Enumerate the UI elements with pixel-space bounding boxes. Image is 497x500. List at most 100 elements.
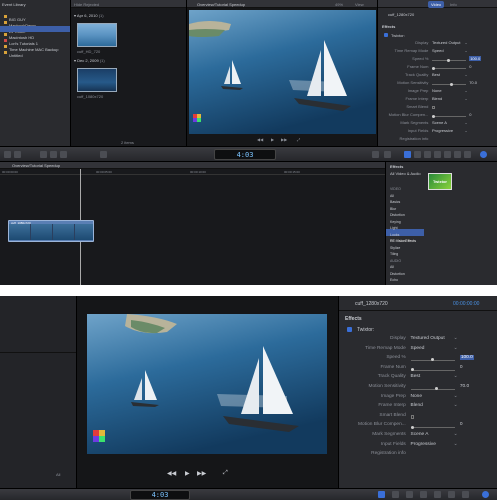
effect-enable-checkbox[interactable] xyxy=(384,33,388,37)
slider-knob[interactable] xyxy=(435,387,439,391)
param-popup[interactable]: Scene A xyxy=(432,120,447,125)
skip-forward-icon[interactable]: ▶▶ xyxy=(281,137,287,142)
timecode-display[interactable]: 4:03 xyxy=(130,490,190,500)
slider-knob[interactable] xyxy=(450,82,454,86)
param-slider[interactable] xyxy=(410,425,456,429)
param-popup[interactable]: Speed xyxy=(411,346,425,351)
twixtor-effect-label: Twixtor xyxy=(433,179,447,184)
edit-insert-icon[interactable] xyxy=(50,151,57,158)
edit-connect-icon[interactable] xyxy=(60,151,67,158)
param-value[interactable]: 0 xyxy=(460,422,463,427)
twixtor-effect-thumbnail[interactable]: Twixtor xyxy=(428,173,452,190)
effect-enable-checkbox[interactable] xyxy=(347,327,352,332)
inspector-param-row: Registration info xyxy=(339,451,497,461)
info-icon[interactable] xyxy=(482,491,489,498)
retime-icon[interactable] xyxy=(384,151,391,158)
param-checkbox[interactable] xyxy=(410,415,415,419)
info-icon[interactable] xyxy=(480,151,487,158)
titles-browser-icon[interactable] xyxy=(444,151,451,158)
param-popup[interactable]: Progressive xyxy=(411,442,436,447)
param-popup[interactable]: Blend xyxy=(411,403,423,408)
param-value[interactable]: 0 xyxy=(469,112,471,117)
fullscreen-icon[interactable]: ⤢ xyxy=(223,470,228,477)
param-popup[interactable]: Best xyxy=(411,374,421,379)
generators-browser-icon[interactable] xyxy=(448,491,455,498)
param-slider[interactable] xyxy=(410,387,456,391)
music-browser-icon[interactable] xyxy=(434,151,441,158)
param-label: Input Fields xyxy=(407,128,429,133)
inspector-toggle-icon[interactable] xyxy=(404,151,411,158)
inspector-param-row: Motion Blur Compen... 0 xyxy=(339,422,497,432)
skip-forward-icon[interactable]: ▶▶ xyxy=(197,470,206,477)
popup-chevron-icon: ⌄ xyxy=(453,374,458,380)
play-icon[interactable]: ▶ xyxy=(271,137,274,142)
effects-category-item[interactable]: EQ xyxy=(386,275,424,286)
param-popup[interactable]: Blend xyxy=(432,96,442,101)
skip-back-icon[interactable]: ◀◀ xyxy=(167,470,176,477)
fullscreen-icon[interactable]: ⤢ xyxy=(297,137,300,142)
slider-knob[interactable] xyxy=(432,66,435,70)
effects-browser-icon[interactable] xyxy=(414,151,421,158)
param-label: Speed % xyxy=(412,56,429,61)
generators-browser-icon[interactable] xyxy=(454,151,461,158)
param-value[interactable]: 100.0 xyxy=(469,56,482,61)
play-icon[interactable]: ▶ xyxy=(185,470,190,477)
param-slider[interactable] xyxy=(432,58,466,62)
param-popup[interactable]: Speed xyxy=(432,48,444,53)
photo-browser-icon[interactable] xyxy=(424,151,431,158)
param-label: Image Prep xyxy=(380,393,406,399)
param-popup[interactable]: Textured Output xyxy=(432,40,460,45)
slider-knob[interactable] xyxy=(432,114,435,118)
param-popup[interactable]: None xyxy=(432,88,442,93)
timecode-display[interactable]: 4:03 xyxy=(214,149,276,160)
param-value[interactable]: 0 xyxy=(460,365,463,370)
viewer-zoom[interactable]: 49% xyxy=(335,2,343,7)
clip-thumbnail-1[interactable] xyxy=(77,23,117,47)
inspector-toggle-icon[interactable] xyxy=(378,491,385,498)
browser-filter[interactable]: Hide Rejected xyxy=(74,2,99,7)
slider-knob[interactable] xyxy=(410,368,414,372)
music-browser-icon[interactable] xyxy=(420,491,427,498)
photo-browser-icon[interactable] xyxy=(406,491,413,498)
inspector-param-row: Time Remap Mode Speed ⌄ xyxy=(378,48,497,56)
slider-knob[interactable] xyxy=(410,425,414,429)
param-popup[interactable]: Progressive xyxy=(432,128,453,133)
param-value[interactable]: 70.0 xyxy=(460,384,469,389)
timeline-ruler[interactable]: 00:00:00:00 00:00:05:00 00:00:10:00 00:0… xyxy=(0,169,385,175)
param-popup[interactable]: Scene A xyxy=(411,432,429,437)
param-popup[interactable]: Best xyxy=(432,72,440,77)
tab-info[interactable]: Info xyxy=(450,2,457,7)
param-label: Registration info xyxy=(371,451,406,457)
import-icon[interactable] xyxy=(4,151,11,158)
library-item[interactable]: Untitled xyxy=(0,44,70,58)
param-checkbox[interactable] xyxy=(432,106,435,109)
enhance-icon[interactable] xyxy=(372,151,379,158)
titles-browser-icon[interactable] xyxy=(434,491,441,498)
themes-browser-icon[interactable] xyxy=(462,491,469,498)
skip-back-icon[interactable]: ◀◀ xyxy=(257,137,263,142)
clip-thumbnail-2[interactable] xyxy=(77,68,117,92)
param-slider[interactable] xyxy=(410,358,456,362)
param-slider[interactable] xyxy=(432,82,466,86)
browser-footer-filter[interactable]: All xyxy=(56,472,60,477)
timeline-clip[interactable]: cuff_1080x720 xyxy=(8,220,94,242)
event-library: Event Library BIG GUYMacbookDemoLV RoomM… xyxy=(0,0,70,146)
select-tool-icon[interactable] xyxy=(100,151,107,158)
edit-append-icon[interactable] xyxy=(40,151,47,158)
param-value[interactable]: 0 xyxy=(469,64,471,69)
param-popup[interactable]: Textured Output xyxy=(411,336,445,341)
keyword-icon[interactable] xyxy=(14,151,21,158)
slider-knob[interactable] xyxy=(447,58,451,62)
param-slider[interactable] xyxy=(432,114,466,118)
param-slider[interactable] xyxy=(432,66,466,70)
param-slider[interactable] xyxy=(410,368,456,372)
inspector-param-row: Frame Num 0 xyxy=(378,64,497,72)
viewer-view-menu[interactable]: View xyxy=(355,2,364,7)
effects-browser-icon[interactable] xyxy=(392,491,399,498)
param-popup[interactable]: None xyxy=(411,394,422,399)
slider-knob[interactable] xyxy=(430,358,434,362)
tab-video[interactable]: Video xyxy=(428,1,445,8)
param-value[interactable]: 100.0 xyxy=(459,355,474,361)
param-value[interactable]: 70.0 xyxy=(469,80,477,85)
themes-browser-icon[interactable] xyxy=(464,151,471,158)
